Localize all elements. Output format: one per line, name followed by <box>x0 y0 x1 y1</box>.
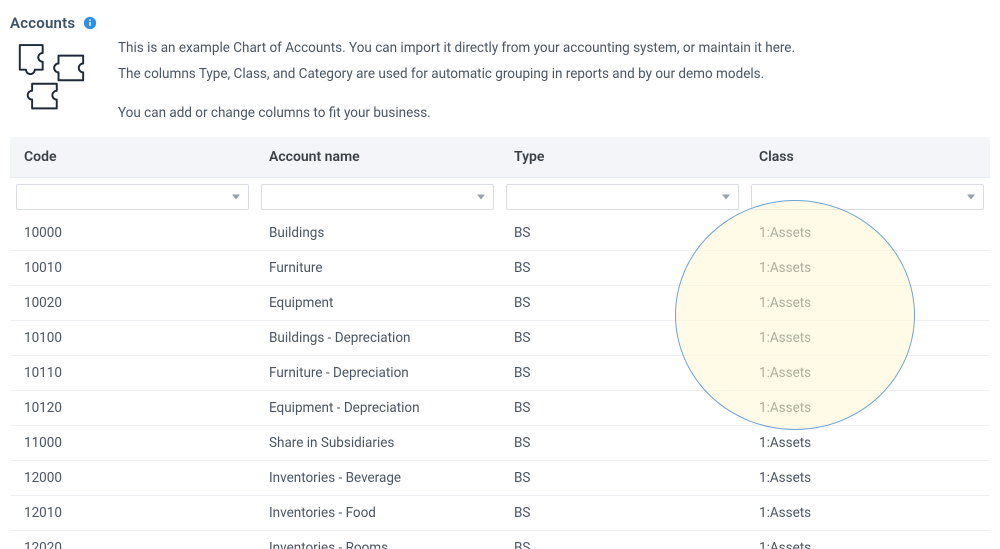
table-row[interactable]: 12000 Inventories - Beverage BS 1:Assets <box>10 460 990 495</box>
cell-name: Furniture <box>255 250 500 285</box>
cell-class: 1:Assets <box>745 285 990 320</box>
cell-name: Buildings <box>255 216 500 251</box>
table-header-row: Code Account name Type Class <box>10 137 990 178</box>
table-row[interactable]: 10110 Furniture - Depreciation BS 1:Asse… <box>10 355 990 390</box>
table-row[interactable]: 10010 Furniture BS 1:Assets <box>10 250 990 285</box>
page-title: Accounts <box>10 14 75 32</box>
cell-code: 12000 <box>10 460 255 495</box>
cell-code: 10100 <box>10 320 255 355</box>
filter-class[interactable] <box>751 184 984 210</box>
table-row[interactable]: 10100 Buildings - Depreciation BS 1:Asse… <box>10 320 990 355</box>
table-row[interactable]: 10020 Equipment BS 1:Assets <box>10 285 990 320</box>
cell-type: BS <box>500 250 745 285</box>
cell-type: BS <box>500 390 745 425</box>
cell-code: 10120 <box>10 390 255 425</box>
table-row[interactable]: 11000 Share in Subsidiaries BS 1:Assets <box>10 425 990 460</box>
cell-name: Furniture - Depreciation <box>255 355 500 390</box>
cell-code: 12010 <box>10 495 255 530</box>
cell-type: BS <box>500 460 745 495</box>
cell-name: Inventories - Rooms <box>255 530 500 549</box>
col-header-code[interactable]: Code <box>10 137 255 178</box>
cell-type: BS <box>500 355 745 390</box>
cell-code: 10020 <box>10 285 255 320</box>
cell-name: Inventories - Beverage <box>255 460 500 495</box>
filter-type[interactable] <box>506 184 739 210</box>
intro-line-2: The columns Type, Class, and Category ar… <box>118 64 990 86</box>
intro-line-3: You can add or change columns to fit you… <box>118 103 990 125</box>
cell-type: BS <box>500 425 745 460</box>
cell-type: BS <box>500 216 745 251</box>
cell-code: 12020 <box>10 530 255 549</box>
filter-code[interactable] <box>16 184 249 210</box>
page-header: Accounts <box>10 14 990 32</box>
info-icon[interactable] <box>83 16 97 30</box>
cell-type: BS <box>500 285 745 320</box>
col-header-name[interactable]: Account name <box>255 137 500 178</box>
cell-type: BS <box>500 320 745 355</box>
cell-name: Buildings - Depreciation <box>255 320 500 355</box>
col-header-type[interactable]: Type <box>500 137 745 178</box>
cell-class: 1:Assets <box>745 216 990 251</box>
table-row[interactable]: 10120 Equipment - Depreciation BS 1:Asse… <box>10 390 990 425</box>
table-row[interactable]: 12010 Inventories - Food BS 1:Assets <box>10 495 990 530</box>
cell-name: Share in Subsidiaries <box>255 425 500 460</box>
cell-type: BS <box>500 495 745 530</box>
col-header-class[interactable]: Class <box>745 137 990 178</box>
puzzle-icon <box>10 38 100 126</box>
cell-name: Inventories - Food <box>255 495 500 530</box>
cell-code: 10110 <box>10 355 255 390</box>
accounts-table: Code Account name Type Class 10000 Build… <box>10 137 990 549</box>
page: Accounts This is an example Chart of Acc… <box>0 0 1000 549</box>
cell-class: 1:Assets <box>745 250 990 285</box>
cell-name: Equipment - Depreciation <box>255 390 500 425</box>
cell-name: Equipment <box>255 285 500 320</box>
cell-class: 1:Assets <box>745 460 990 495</box>
cell-class: 1:Assets <box>745 320 990 355</box>
table-filter-row <box>10 177 990 216</box>
filter-name[interactable] <box>261 184 494 210</box>
intro-block: This is an example Chart of Accounts. Yo… <box>10 38 990 129</box>
cell-class: 1:Assets <box>745 390 990 425</box>
cell-code: 10010 <box>10 250 255 285</box>
cell-code: 10000 <box>10 216 255 251</box>
cell-class: 1:Assets <box>745 530 990 549</box>
table-row[interactable]: 12020 Inventories - Rooms BS 1:Assets <box>10 530 990 549</box>
table-row[interactable]: 10000 Buildings BS 1:Assets <box>10 216 990 251</box>
intro-text: This is an example Chart of Accounts. Yo… <box>118 38 990 129</box>
cell-class: 1:Assets <box>745 425 990 460</box>
table-body: 10000 Buildings BS 1:Assets 10010 Furnit… <box>10 216 990 549</box>
cell-class: 1:Assets <box>745 495 990 530</box>
cell-type: BS <box>500 530 745 549</box>
intro-line-1: This is an example Chart of Accounts. Yo… <box>118 38 990 60</box>
cell-class: 1:Assets <box>745 355 990 390</box>
cell-code: 11000 <box>10 425 255 460</box>
